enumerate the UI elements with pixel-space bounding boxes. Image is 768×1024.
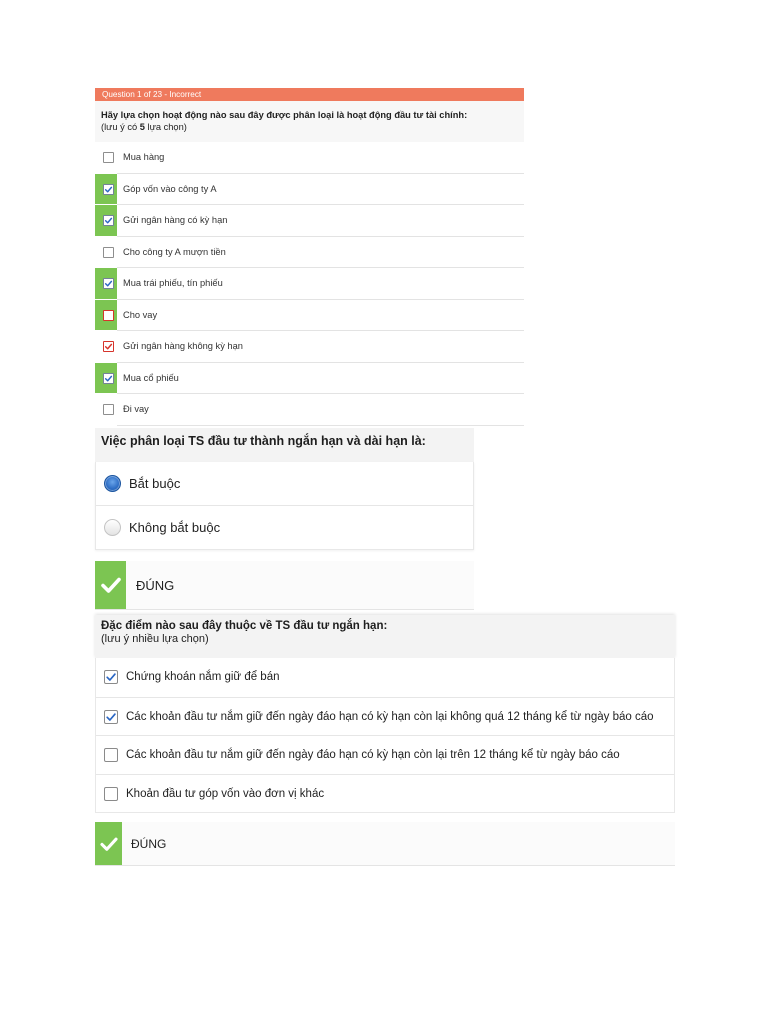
answer-option[interactable]: Góp vốn vào công ty A (95, 173, 524, 206)
option-label: Mua cổ phiếu (123, 372, 179, 383)
checkmark-icon (104, 343, 113, 350)
answer-option[interactable]: Cho công ty A mượn tiền (95, 237, 524, 269)
question-text: Hãy lựa chọn hoạt động nào sau đây được … (101, 110, 468, 120)
correct-badge (95, 561, 126, 609)
option-label: Các khoản đầu tư nắm giữ đến ngày đáo hạ… (126, 710, 654, 723)
note-prefix: (lưu ý có (101, 122, 140, 132)
note-suffix: lựa chọn) (144, 122, 187, 132)
answer-feedback: ĐÚNG (95, 822, 675, 866)
option-label: Khoản đầu tư góp vốn vào đơn vị khác (126, 787, 325, 800)
answer-option[interactable]: Bắt buộc (96, 462, 473, 505)
option-label: Không bắt buộc (129, 520, 221, 535)
option-checkbox[interactable] (103, 246, 114, 258)
check-icon (100, 577, 121, 593)
checkmark-icon (106, 712, 116, 721)
option-checkbox[interactable] (104, 748, 118, 762)
option-checkbox[interactable] (103, 215, 114, 226)
answer-option[interactable]: Đi vay (95, 394, 524, 426)
checkmark-icon (104, 217, 113, 224)
answer-options: Chứng khoán nắm giữ để bán Các khoản đầu … (95, 658, 675, 813)
question-text: Đặc điểm nào sau đây thuộc về TS đầu tư … (101, 620, 388, 632)
option-label: Bắt buộc (129, 476, 181, 491)
answer-option[interactable]: Mua cổ phiếu (95, 362, 524, 395)
option-label: Chứng khoán nắm giữ để bán (126, 671, 280, 683)
option-label: Góp vốn vào công ty A (123, 183, 217, 194)
option-checkbox[interactable] (103, 183, 114, 195)
answer-option[interactable]: Cho vay (95, 299, 524, 332)
answer-option[interactable]: Các khoản đầu tư nắm giữ đến ngày đáo hạ… (96, 735, 674, 774)
option-label: Gửi ngân hàng có kỳ hạn (123, 215, 228, 225)
option-checkbox[interactable] (103, 152, 114, 163)
option-label: Các khoản đầu tư nắm giữ đến ngày đáo hạ… (126, 749, 620, 761)
question-prompt: Hãy lựa chọn hoạt động nào sau đây được … (95, 101, 524, 142)
checkmark-icon (104, 186, 113, 192)
option-checkbox[interactable] (103, 372, 114, 384)
question-2-panel: Việc phân loại TS đầu tư thành ngắn hạn … (95, 428, 474, 550)
checkmark-icon (106, 673, 116, 681)
option-label: Gửi ngân hàng không kỳ hạn (123, 341, 243, 351)
option-label: Mua trái phiếu, tín phiếu (123, 278, 223, 288)
question-text: Việc phân loại TS đầu tư thành ngắn hạn … (95, 428, 474, 462)
answer-option[interactable]: Khoản đầu tư góp vốn vào đơn vị khác (96, 773, 674, 813)
question-status-header: Question 1 of 23 - Incorrect (95, 88, 524, 101)
answer-option[interactable]: Mua hàng (95, 142, 524, 174)
option-label: Cho công ty A mượn tiền (123, 246, 226, 257)
answer-options: Bắt buộc Không bắt buộc (95, 462, 474, 550)
checkmark-icon (104, 375, 113, 381)
answer-option[interactable]: Không bắt buộc (96, 505, 473, 549)
option-label: Cho vay (123, 309, 158, 320)
option-radio[interactable] (104, 518, 121, 536)
answer-option[interactable]: Gửi ngân hàng không kỳ hạn (95, 331, 524, 363)
option-checkbox[interactable] (103, 404, 114, 415)
option-checkbox[interactable] (103, 341, 114, 352)
answer-option[interactable]: Chứng khoán nắm giữ để bán (96, 658, 674, 697)
checkmark-icon (104, 280, 113, 287)
question-3-panel: Đặc điểm nào sau đây thuộc về TS đầu tư … (95, 615, 675, 813)
question-note: (lưu ý có 5 lựa chọn) (101, 121, 524, 133)
check-icon (99, 837, 118, 851)
answer-feedback: ĐÚNG (95, 561, 474, 610)
answer-options: Mua hàng Góp vốn vào công ty A Gửi ngân hà… (95, 142, 524, 426)
option-checkbox[interactable] (103, 278, 114, 289)
answer-option[interactable]: Gửi ngân hàng có kỳ hạn (95, 205, 524, 237)
option-checkbox[interactable] (104, 670, 118, 684)
option-checkbox[interactable] (103, 309, 114, 321)
question-note: (lưu ý nhiều lựa chọn) (101, 633, 209, 645)
feedback-text: ĐÚNG (136, 577, 175, 593)
option-checkbox[interactable] (104, 786, 118, 801)
option-label: Đi vay (123, 404, 149, 414)
option-checkbox[interactable] (104, 709, 118, 724)
option-radio[interactable] (104, 474, 121, 492)
question-prompt: Đặc điểm nào sau đây thuộc về TS đầu tư … (95, 615, 675, 658)
feedback-text: ĐÚNG (131, 836, 167, 851)
correct-badge (95, 822, 122, 865)
option-label: Mua hàng (123, 152, 165, 162)
answer-option[interactable]: Các khoản đầu tư nắm giữ đến ngày đáo hạ… (96, 696, 674, 736)
question-1-panel: Question 1 of 23 - Incorrect Hãy lựa chọ… (95, 88, 524, 426)
answer-option[interactable]: Mua trái phiếu, tín phiếu (95, 268, 524, 300)
